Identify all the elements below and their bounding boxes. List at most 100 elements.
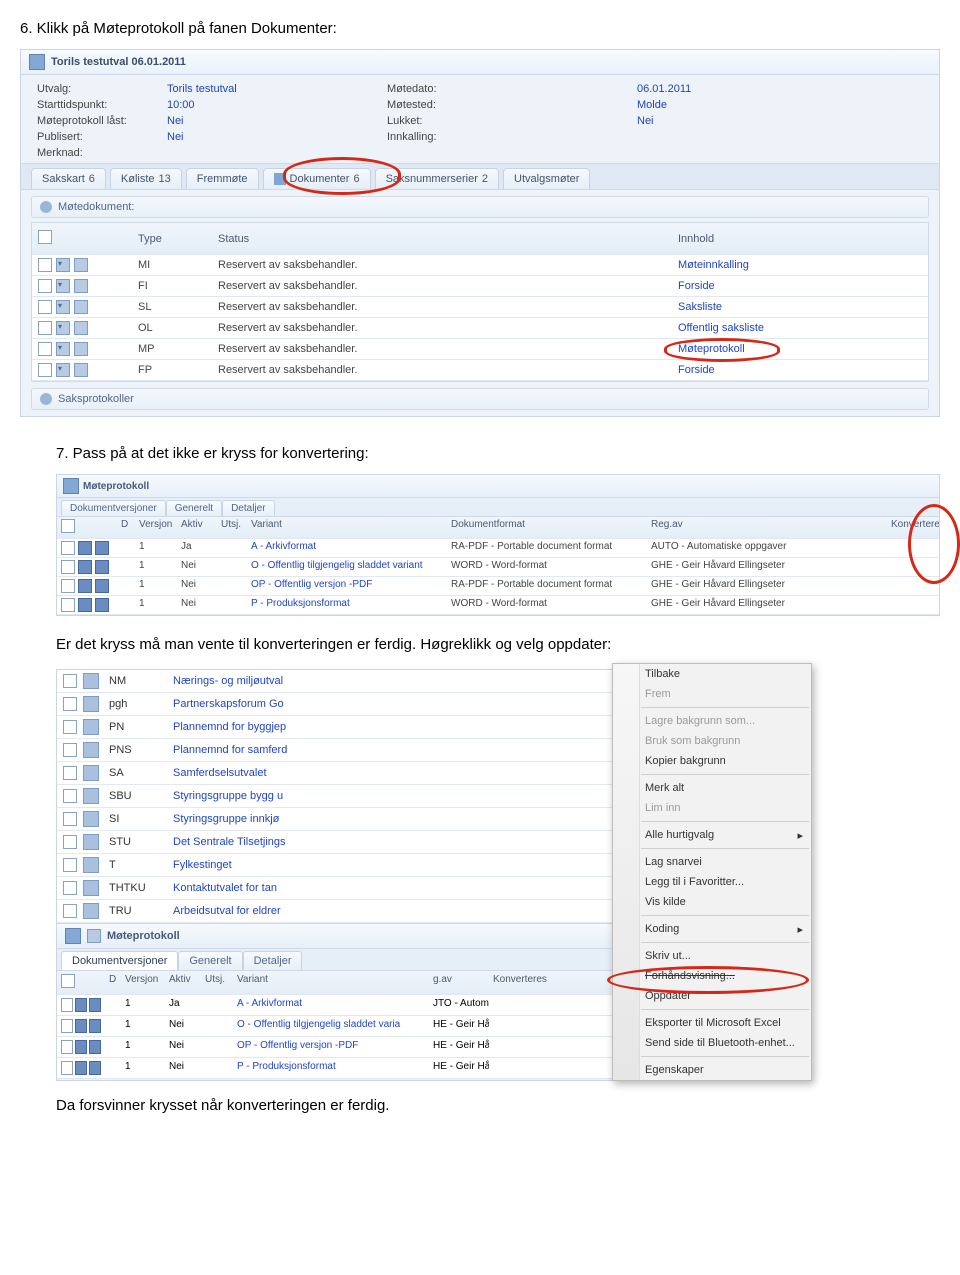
row-checkbox[interactable] — [38, 300, 52, 314]
row-checkbox[interactable] — [38, 342, 52, 356]
row-checkbox[interactable] — [63, 674, 77, 688]
file-icon[interactable] — [75, 1061, 87, 1075]
file-icon[interactable] — [78, 598, 92, 612]
cell-variant[interactable]: A - Arkivformat — [233, 995, 429, 1015]
row-checkbox[interactable] — [63, 835, 77, 849]
innhold-link[interactable]: Forside — [678, 364, 715, 376]
context-menu-item[interactable]: Kopier bakgrunn — [613, 751, 811, 771]
list-item[interactable]: pgh Partnerskapsforum Go — [57, 693, 613, 716]
list-item[interactable]: SI Styringsgruppe innkjø — [57, 808, 613, 831]
section-motedokument[interactable]: Møtedokument: — [31, 196, 929, 218]
row-checkbox[interactable] — [61, 1040, 73, 1054]
document-icon[interactable] — [74, 279, 88, 293]
file-icon[interactable] — [75, 1019, 87, 1033]
row-checkbox[interactable] — [61, 598, 75, 612]
tab-saksnummerserier[interactable]: Saksnummerserier 2 — [375, 168, 499, 189]
context-menu-item[interactable]: Tilbake — [613, 664, 811, 684]
row-menu-icon[interactable] — [83, 765, 99, 781]
tab-dokumenter[interactable]: Dokumenter 6 — [263, 168, 371, 189]
row-checkbox[interactable] — [61, 579, 75, 593]
context-menu-item[interactable]: Lag snarvei — [613, 852, 811, 872]
tab-dokumentversjoner[interactable]: Dokumentversjoner — [61, 500, 166, 516]
list-item[interactable]: SA Samferdselsutvalet — [57, 762, 613, 785]
row-checkbox[interactable] — [63, 766, 77, 780]
row-checkbox[interactable] — [61, 560, 75, 574]
list-item[interactable]: PNS Plannemnd for samferd — [57, 739, 613, 762]
header-checkbox[interactable] — [61, 974, 75, 988]
cell-variant[interactable]: P - Produksjonsformat — [233, 1058, 429, 1078]
context-menu-item[interactable]: Egenskaper — [613, 1060, 811, 1080]
context-menu-item[interactable]: Eksporter til Microsoft Excel — [613, 1013, 811, 1033]
tab-detaljer[interactable]: Detaljer — [222, 500, 274, 516]
committee-name[interactable]: Nærings- og miljøutval — [173, 675, 607, 687]
innhold-link[interactable]: Møteprotokoll — [678, 343, 745, 355]
context-menu-item[interactable]: Skriv ut... — [613, 946, 811, 966]
cell-variant[interactable]: OP - Offentlig versjon -PDF — [233, 1037, 429, 1057]
tab-fremmote[interactable]: Fremmøte — [186, 168, 259, 189]
row-checkbox[interactable] — [38, 279, 52, 293]
section-saksprotokoller[interactable]: Saksprotokoller — [31, 388, 929, 410]
row-checkbox[interactable] — [38, 321, 52, 335]
cell-variant[interactable]: O - Offentlig tilgjengelig sladdet varia — [233, 1016, 429, 1036]
file-icon[interactable] — [78, 560, 92, 574]
committee-name[interactable]: Plannemnd for samferd — [173, 744, 607, 756]
row-checkbox[interactable] — [61, 1019, 73, 1033]
cell-variant[interactable]: O - Offentlig tilgjengelig sladdet varia… — [247, 558, 447, 576]
document-icon[interactable] — [74, 300, 88, 314]
file-icon[interactable] — [95, 560, 109, 574]
file-icon[interactable] — [75, 1040, 87, 1054]
document-icon[interactable] — [74, 321, 88, 335]
committee-name[interactable]: Fylkestinget — [173, 859, 607, 871]
row-checkbox[interactable] — [63, 697, 77, 711]
row-checkbox[interactable] — [63, 743, 77, 757]
tab-dokumentversjoner[interactable]: Dokumentversjoner — [61, 951, 178, 970]
context-menu-item[interactable]: Alle hurtigvalg — [613, 825, 811, 845]
list-item[interactable]: TRU Arbeidsutval for eldrer — [57, 900, 613, 923]
committee-name[interactable]: Styringsgruppe bygg u — [173, 790, 607, 802]
row-menu-icon[interactable] — [83, 811, 99, 827]
file-icon[interactable] — [89, 1061, 101, 1075]
committee-name[interactable]: Partnerskapsforum Go — [173, 698, 607, 710]
document-icon[interactable] — [74, 363, 88, 377]
context-menu-item[interactable]: Merk alt — [613, 778, 811, 798]
row-menu-icon[interactable] — [56, 258, 70, 272]
context-menu-item[interactable]: Legg til i Favoritter... — [613, 872, 811, 892]
row-menu-icon[interactable] — [56, 300, 70, 314]
file-icon[interactable] — [78, 579, 92, 593]
row-checkbox[interactable] — [63, 720, 77, 734]
row-menu-icon[interactable] — [56, 279, 70, 293]
committee-name[interactable]: Plannemnd for byggjep — [173, 721, 607, 733]
innhold-link[interactable]: Forside — [678, 280, 715, 292]
innhold-link[interactable]: Saksliste — [678, 301, 722, 313]
row-checkbox[interactable] — [61, 998, 73, 1012]
list-item[interactable]: STU Det Sentrale Tilsetjings — [57, 831, 613, 854]
document-icon[interactable] — [74, 342, 88, 356]
file-icon[interactable] — [95, 579, 109, 593]
row-checkbox[interactable] — [63, 904, 77, 918]
row-checkbox[interactable] — [61, 541, 75, 555]
committee-name[interactable]: Samferdselsutvalet — [173, 767, 607, 779]
row-menu-icon[interactable] — [83, 903, 99, 919]
row-checkbox[interactable] — [61, 1061, 73, 1075]
tab-koliste[interactable]: Køliste 13 — [110, 168, 182, 189]
tab-generelt[interactable]: Generelt — [166, 500, 222, 516]
file-icon[interactable] — [95, 598, 109, 612]
file-icon[interactable] — [75, 998, 87, 1012]
committee-name[interactable]: Styringsgruppe innkjø — [173, 813, 607, 825]
context-menu-item[interactable]: Koding — [613, 919, 811, 939]
cell-variant[interactable]: OP - Offentlig versjon -PDF — [247, 577, 447, 595]
document-icon[interactable] — [74, 258, 88, 272]
list-item[interactable]: PN Plannemnd for byggjep — [57, 716, 613, 739]
file-icon[interactable] — [89, 1040, 101, 1054]
innhold-link[interactable]: Offentlig saksliste — [678, 322, 764, 334]
context-menu-item[interactable]: Oppdater — [613, 986, 811, 1006]
row-menu-icon[interactable] — [83, 880, 99, 896]
list-item[interactable]: THTKU Kontaktutvalet for tan — [57, 877, 613, 900]
context-menu-item[interactable]: Send side til Bluetooth-enhet... — [613, 1033, 811, 1053]
header-checkbox[interactable] — [38, 230, 52, 244]
list-item[interactable]: SBU Styringsgruppe bygg u — [57, 785, 613, 808]
row-menu-icon[interactable] — [56, 363, 70, 377]
cell-variant[interactable]: A - Arkivformat — [247, 539, 447, 557]
file-icon[interactable] — [78, 541, 92, 555]
row-checkbox[interactable] — [63, 858, 77, 872]
